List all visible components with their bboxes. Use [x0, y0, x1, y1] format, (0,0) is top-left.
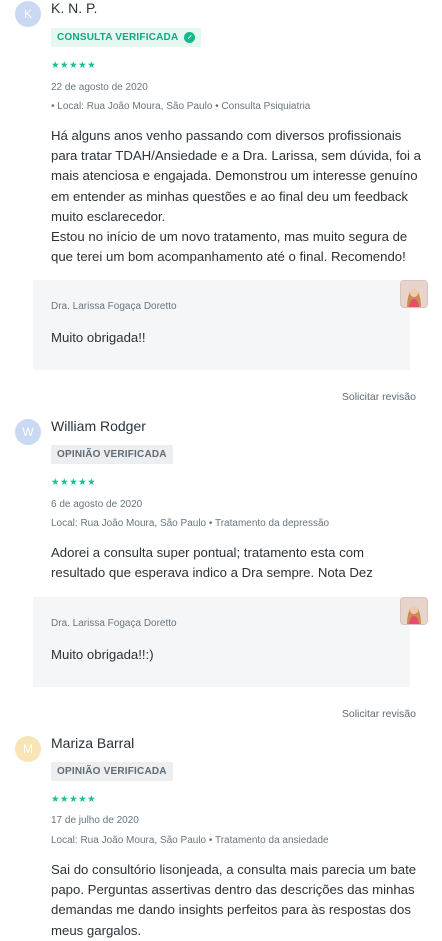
rating-stars: ★ ★ ★ ★ ★: [51, 61, 96, 71]
review-date: 17 de julho de 2020: [51, 815, 139, 826]
review-author: K. N. P.: [51, 0, 98, 16]
star-icon: ★: [78, 794, 87, 805]
star-icon: ★: [51, 60, 60, 71]
star-icon: ★: [69, 60, 78, 71]
verified-badge: OPINIÃO VERIFICADA: [51, 445, 173, 464]
star-icon: ★: [87, 794, 96, 805]
star-icon: ★: [60, 794, 69, 805]
badge-label: OPINIÃO VERIFICADA: [57, 449, 167, 460]
avatar: W: [15, 419, 41, 445]
doctor-photo: [400, 280, 428, 308]
request-review-link[interactable]: Solicitar revisão: [342, 708, 416, 720]
star-icon: ★: [60, 477, 69, 488]
review-location: Local: Rua João Moura, São Paulo • Trata…: [51, 835, 329, 846]
badge-label: OPINIÃO VERIFICADA: [57, 766, 167, 777]
doctor-reply: Dra. Larissa Fogaça Doretto Muito obriga…: [33, 597, 410, 687]
verified-badge: CONSULTA VERIFICADA ✓: [51, 28, 202, 47]
review-text: Há alguns anos venho passando com divers…: [51, 128, 421, 265]
reply-author: Dra. Larissa Fogaça Doretto: [51, 618, 177, 629]
review-text: Sai do consultório lisonjeada, a consult…: [51, 862, 417, 938]
review-date: 6 de agosto de 2020: [51, 499, 143, 510]
star-icon: ★: [51, 794, 60, 805]
avatar: K: [15, 1, 41, 27]
reply-text: Muito obrigada!!:): [51, 647, 154, 662]
doctor-photo: [400, 597, 428, 625]
review-location: Local: Rua João Moura, São Paulo • Trata…: [51, 518, 330, 529]
star-icon: ★: [78, 60, 87, 71]
star-icon: ★: [60, 60, 69, 71]
star-icon: ★: [69, 477, 78, 488]
review-text: Adorei a consulta super pontual; tratame…: [51, 545, 373, 581]
star-icon: ★: [87, 60, 96, 71]
star-icon: ★: [78, 477, 87, 488]
badge-label: CONSULTA VERIFICADA: [57, 32, 179, 43]
rating-stars: ★ ★ ★ ★ ★: [51, 795, 96, 805]
doctor-reply: Dra. Larissa Fogaça Doretto Muito obriga…: [33, 280, 410, 370]
review-author: Mariza Barral: [51, 735, 135, 751]
rating-stars: ★ ★ ★ ★ ★: [51, 478, 96, 488]
review-location: • Local: Rua João Moura, São Paulo • Con…: [51, 101, 311, 112]
star-icon: ★: [51, 477, 60, 488]
review-author: William Rodger: [51, 418, 146, 434]
check-circle-icon: ✓: [184, 32, 196, 43]
reply-text: Muito obrigada!!: [51, 330, 146, 345]
avatar: M: [15, 736, 41, 762]
star-icon: ★: [69, 794, 78, 805]
reply-author: Dra. Larissa Fogaça Doretto: [51, 301, 177, 312]
star-icon: ★: [87, 477, 96, 488]
request-review-link[interactable]: Solicitar revisão: [342, 391, 416, 403]
verified-badge: OPINIÃO VERIFICADA: [51, 762, 173, 781]
review-date: 22 de agosto de 2020: [51, 82, 148, 93]
